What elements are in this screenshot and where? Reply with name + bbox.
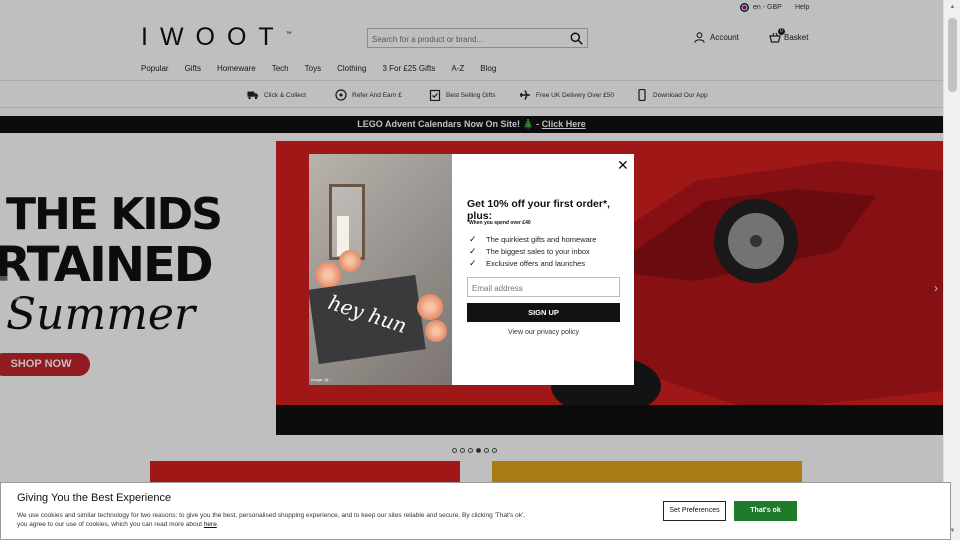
close-icon[interactable]: ✕ xyxy=(617,157,629,174)
cookie-title: Giving You the Best Experience xyxy=(17,492,172,504)
accept-cookies-button[interactable]: That's ok xyxy=(734,501,797,521)
email-field-wrapper xyxy=(467,277,620,298)
scroll-up-icon[interactable]: ▲ xyxy=(948,4,957,12)
scrollbar-thumb[interactable] xyxy=(948,18,957,92)
cookie-policy-link[interactable]: here xyxy=(204,521,217,528)
page-scrollbar[interactable]: ▲ ▼ xyxy=(943,0,960,540)
sign-up-button[interactable]: SIGN UP xyxy=(467,303,620,322)
discount-signup-modal: hey hun Image: @... ✕ Get 10% off your f… xyxy=(309,154,634,385)
flower-graphic xyxy=(315,262,341,288)
perk-item: ✓ The quirkiest gifts and homeware xyxy=(469,233,597,244)
modal-subtitle: *When you spend over £40 xyxy=(467,220,531,226)
modal-promo-image: hey hun Image: @... xyxy=(309,154,452,385)
perk-item: ✓ Exclusive offers and launches xyxy=(469,257,586,268)
photo-credit: Image: @... xyxy=(311,377,332,382)
flower-graphic xyxy=(339,250,361,272)
privacy-policy-link[interactable]: View our privacy policy xyxy=(467,329,620,336)
flower-graphic xyxy=(417,294,443,320)
flower-graphic xyxy=(425,320,447,342)
modal-title: Get 10% off your first order*, plus: xyxy=(467,198,610,222)
check-icon: ✓ xyxy=(469,245,477,256)
perk-item: ✓ The biggest sales to your inbox xyxy=(469,245,590,256)
perk-list: ✓ The quirkiest gifts and homeware ✓ The b… xyxy=(469,233,596,269)
set-preferences-button[interactable]: Set Preferences xyxy=(663,501,726,521)
email-input[interactable] xyxy=(468,279,618,298)
cookie-banner: Giving You the Best Experience We use co… xyxy=(0,482,951,540)
check-icon: ✓ xyxy=(469,257,477,268)
cookie-description: We use cookies and similar technology fo… xyxy=(17,512,525,528)
check-icon: ✓ xyxy=(469,233,477,244)
